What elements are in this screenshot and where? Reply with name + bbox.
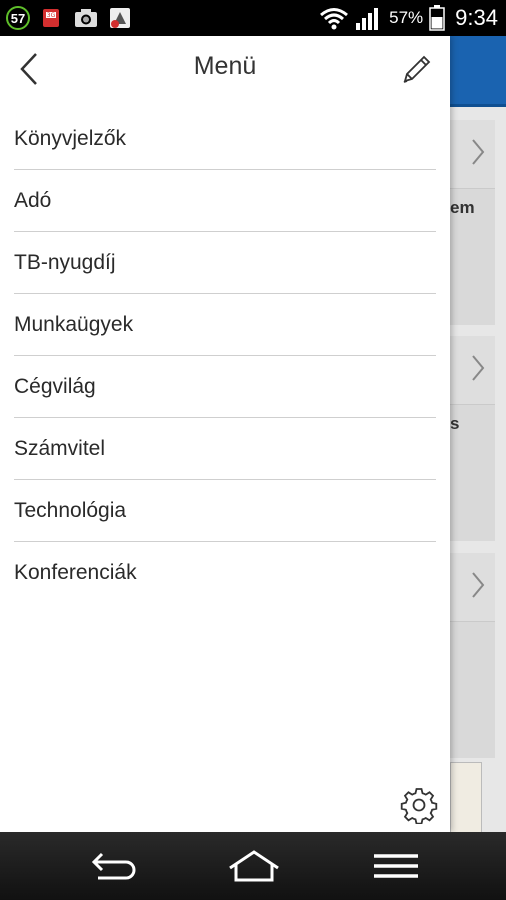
menu-item-technologia[interactable]: Technológia bbox=[14, 480, 436, 542]
chevron-right-icon bbox=[472, 572, 485, 598]
drawer-header: Menü bbox=[0, 36, 450, 102]
background-card: em bbox=[450, 120, 495, 325]
mobile-network-icon: 3G bbox=[43, 9, 59, 27]
counter-badge-icon: 57 bbox=[6, 6, 30, 30]
menu-item-ado[interactable]: Adó bbox=[14, 170, 436, 232]
wifi-icon bbox=[320, 8, 349, 30]
menu-item-munkaugyek[interactable]: Munkaügyek bbox=[14, 294, 436, 356]
menu-list: Könyvjelzők Adó TB-nyugdíj Munkaügyek Cé… bbox=[14, 108, 436, 604]
menu-item-konferenciak[interactable]: Konferenciák bbox=[14, 542, 436, 604]
app-notification-icon bbox=[110, 8, 130, 28]
background-card-text: em bbox=[450, 198, 475, 217]
battery-icon bbox=[429, 5, 445, 31]
background-card-text: s bbox=[450, 414, 460, 433]
background-card bbox=[450, 553, 495, 758]
back-icon[interactable] bbox=[82, 846, 142, 886]
menu-item-szamvitel[interactable]: Számvitel bbox=[14, 418, 436, 480]
background-thumbnail bbox=[450, 762, 482, 834]
camera-icon bbox=[75, 9, 97, 27]
notification-count: 57 bbox=[10, 10, 26, 26]
battery-percent: 57% bbox=[389, 8, 424, 27]
chevron-right-icon bbox=[472, 355, 485, 381]
background-card-header bbox=[450, 336, 495, 405]
status-bar-left: 57 3G bbox=[6, 5, 132, 31]
background-card-header bbox=[450, 120, 495, 189]
navigation-drawer: Menü Könyvjelzők Adó TB-nyugdíj Munkaügy… bbox=[0, 36, 450, 832]
home-icon[interactable] bbox=[224, 846, 284, 886]
gear-icon[interactable] bbox=[400, 786, 438, 824]
drawer-title: Menü bbox=[193, 52, 257, 80]
menu-item-tb-nyugdij[interactable]: TB-nyugdíj bbox=[14, 232, 436, 294]
menu-item-cegvilag[interactable]: Cégvilág bbox=[14, 356, 436, 418]
pencil-icon[interactable] bbox=[398, 52, 434, 88]
background-card-header bbox=[450, 553, 495, 622]
signal-icon bbox=[356, 8, 379, 30]
status-bar-right: 57% 9:34 bbox=[319, 0, 498, 36]
background-card: s bbox=[450, 336, 495, 541]
svg-text:3G: 3G bbox=[47, 12, 56, 19]
menu-item-konyvjelzok[interactable]: Könyvjelzők bbox=[14, 108, 436, 170]
background-app-header bbox=[450, 36, 506, 107]
clock: 9:34 bbox=[455, 5, 498, 30]
menu-icon[interactable] bbox=[366, 846, 426, 886]
chevron-right-icon bbox=[472, 139, 485, 165]
status-bar: 57 3G 57% 9:34 bbox=[0, 0, 506, 36]
system-navigation-bar bbox=[0, 832, 506, 900]
